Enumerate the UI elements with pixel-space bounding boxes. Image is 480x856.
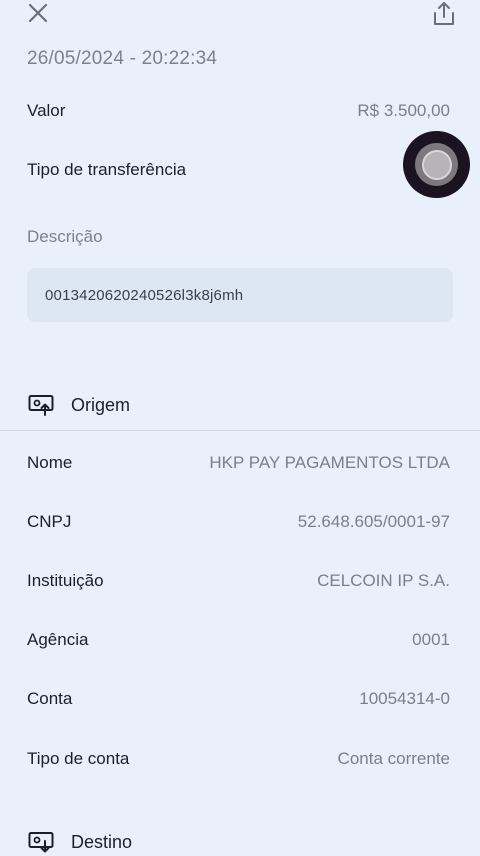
field-value: CELCOIN IP S.A.	[317, 571, 450, 590]
valor-row: Valor R$ 3.500,00	[27, 98, 450, 124]
field-value: 52.648.605/0001-97	[297, 512, 450, 531]
money-in-icon	[27, 831, 55, 853]
tipo-transferencia-row: Tipo de transferência	[27, 157, 450, 183]
origem-row-instituicao: Instituição CELCOIN IP S.A.	[27, 568, 450, 594]
transaction-datetime: 26/05/2024 - 20:22:34	[27, 48, 218, 69]
descricao-value: 0013420620240526l3k8j6mh	[45, 286, 244, 304]
field-label: Agência	[27, 630, 89, 649]
field-label: Instituição	[27, 571, 104, 590]
descricao-box: 0013420620240526l3k8j6mh	[27, 268, 453, 322]
share-icon	[434, 2, 454, 25]
valor-value: R$ 3.500,00	[357, 101, 450, 120]
descricao-label: Descrição	[27, 227, 103, 246]
close-icon	[28, 3, 48, 23]
field-label: Tipo de conta	[27, 749, 130, 768]
origem-row-nome: Nome HKP PAY PAGAMENTOS LTDA	[27, 450, 450, 476]
origem-row-cnpj: CNPJ 52.648.605/0001-97	[27, 509, 450, 535]
floating-record-button[interactable]	[403, 131, 470, 198]
tipo-transferencia-label: Tipo de transferência	[27, 160, 187, 179]
valor-label: Valor	[27, 101, 66, 120]
field-value: 10054314-0	[359, 689, 450, 708]
origem-title: Origem	[71, 394, 131, 415]
field-value: Conta corrente	[337, 749, 450, 768]
field-label: CNPJ	[27, 512, 72, 531]
origem-row-agencia: Agência 0001	[27, 627, 450, 653]
field-label: Conta	[27, 689, 73, 708]
money-out-icon	[27, 394, 55, 416]
section-divider	[0, 430, 480, 431]
top-bar	[0, 0, 480, 30]
field-value: HKP PAY PAGAMENTOS LTDA	[209, 453, 450, 472]
origem-section-header: Origem	[27, 391, 130, 419]
share-button[interactable]	[430, 0, 458, 28]
destino-section-header: Destino	[27, 828, 132, 856]
field-value: 0001	[412, 630, 450, 649]
origem-row-conta: Conta 10054314-0	[27, 686, 450, 712]
field-label: Nome	[27, 453, 73, 472]
close-button[interactable]	[24, 0, 52, 26]
origem-row-tipo-conta: Tipo de conta Conta corrente	[27, 746, 450, 772]
destino-title: Destino	[71, 831, 133, 852]
